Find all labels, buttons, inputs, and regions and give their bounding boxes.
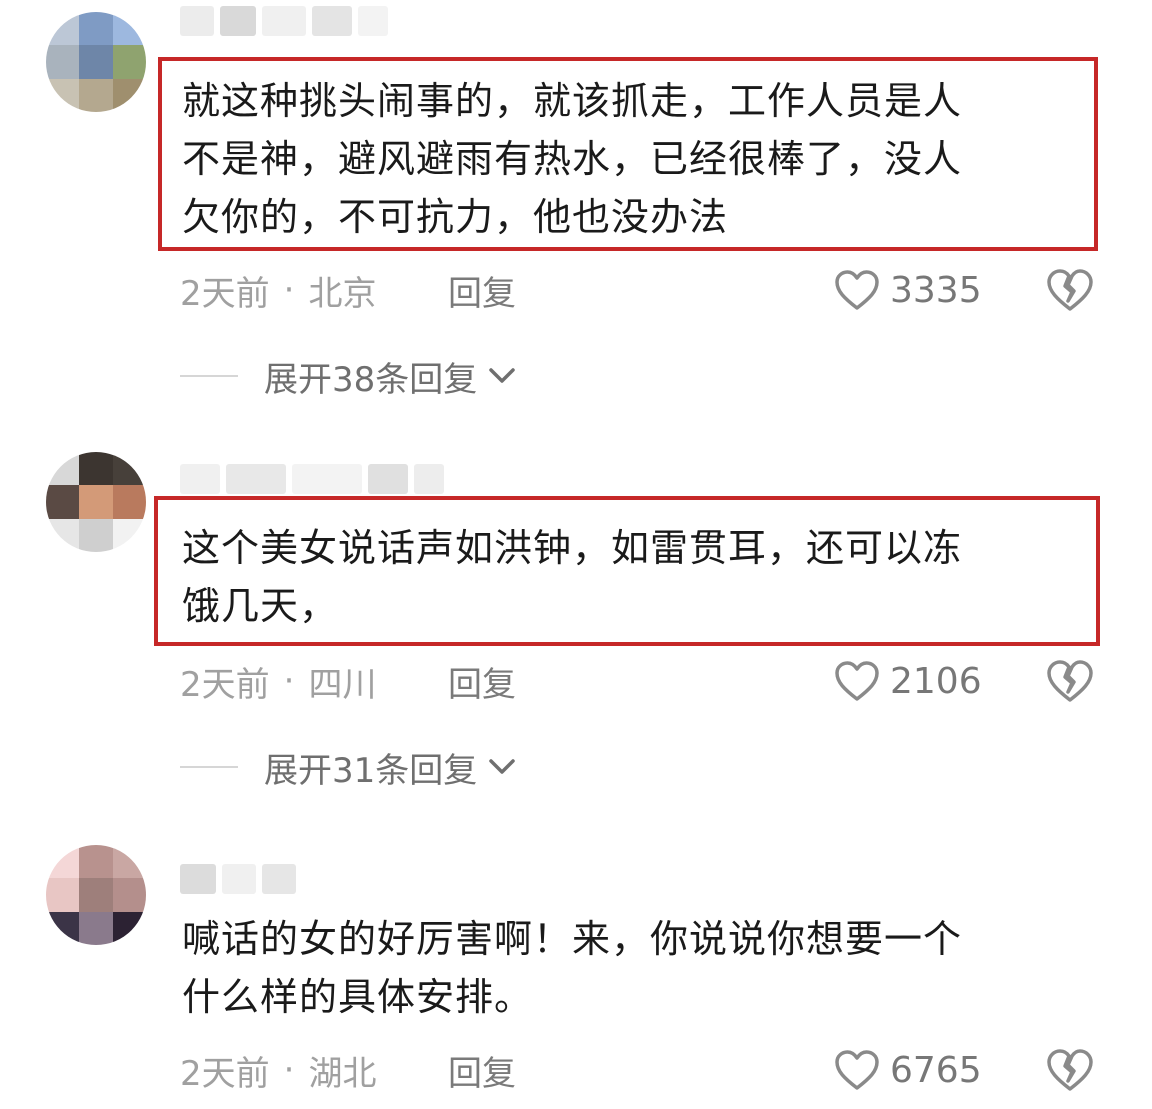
reply-button[interactable]: 回复 (448, 1046, 516, 1095)
reply-button[interactable]: 回复 (448, 657, 516, 706)
avatar[interactable] (46, 452, 146, 552)
username-blurred[interactable] (180, 4, 388, 38)
comment-meta: 2天前 · 北京 回复 (180, 266, 516, 314)
comment-text-line: 这个美女说话声如洪钟，如雷贯耳，还可以冻 (182, 526, 963, 570)
comment-location: 湖北 (308, 1053, 377, 1094)
avatar[interactable] (46, 845, 146, 945)
expand-replies-label: 展开31条回复 (264, 750, 478, 791)
comment-text-line: 喊话的女的好厉害啊！来，你说说你想要一个 (182, 917, 963, 961)
chevron-down-icon (489, 759, 516, 774)
comment-time: 2天前 (180, 1053, 270, 1094)
comment-time: 2天前 (180, 664, 270, 705)
username-blurred[interactable] (180, 462, 444, 496)
like-count: 6765 (890, 1049, 982, 1091)
comment-text-line: 欠你的，不可抗力，他也没办法 (182, 195, 729, 239)
comment-location: 北京 (308, 273, 377, 314)
username-blurred[interactable] (180, 862, 296, 896)
comment-text-line: 饿几天， (182, 584, 339, 628)
expand-replies-label: 展开38条回复 (264, 359, 478, 400)
heart-outline-icon (835, 661, 879, 701)
comment-time: 2天前 (180, 273, 270, 314)
like-button[interactable]: 3335 (834, 266, 982, 314)
dislike-button[interactable] (1046, 266, 1094, 314)
comment-text: 喊话的女的好厉害啊！来，你说说你想要一个 什么样的具体安排。 (182, 910, 1082, 1026)
comment-text-line: 什么样的具体安排。 (182, 975, 534, 1019)
broken-heart-icon (1047, 660, 1093, 702)
broken-heart-icon (1047, 1049, 1093, 1091)
meta-separator: · (283, 661, 295, 701)
comment-location: 四川 (308, 664, 377, 705)
expand-divider (180, 766, 238, 768)
like-button[interactable]: 2106 (834, 657, 982, 705)
comment-meta: 2天前 · 四川 回复 (180, 657, 516, 705)
like-count: 3335 (890, 269, 982, 311)
dislike-button[interactable] (1046, 657, 1094, 705)
expand-replies[interactable]: 展开31条回复 (180, 743, 517, 791)
comment-text-line: 不是神，避风避雨有热水，已经很棒了，没人 (182, 137, 963, 181)
comment-text: 这个美女说话声如洪钟，如雷贯耳，还可以冻 饿几天， (182, 519, 1082, 635)
heart-outline-icon (835, 1050, 879, 1090)
comment-text: 就这种挑头闹事的，就该抓走，工作人员是人 不是神，避风避雨有热水，已经很棒了，没… (182, 72, 1082, 246)
expand-replies[interactable]: 展开38条回复 (180, 352, 517, 400)
comment-text-line: 就这种挑头闹事的，就该抓走，工作人员是人 (182, 79, 963, 123)
like-button[interactable]: 6765 (834, 1046, 982, 1094)
meta-separator: · (283, 1050, 295, 1090)
chevron-down-icon (489, 368, 516, 383)
like-count: 2106 (890, 660, 982, 702)
reply-button[interactable]: 回复 (448, 266, 516, 315)
heart-outline-icon (835, 270, 879, 310)
broken-heart-icon (1047, 269, 1093, 311)
dislike-button[interactable] (1046, 1046, 1094, 1094)
meta-separator: · (283, 270, 295, 310)
expand-divider (180, 375, 238, 377)
comment-meta: 2天前 · 湖北 回复 (180, 1046, 516, 1094)
avatar[interactable] (46, 12, 146, 112)
